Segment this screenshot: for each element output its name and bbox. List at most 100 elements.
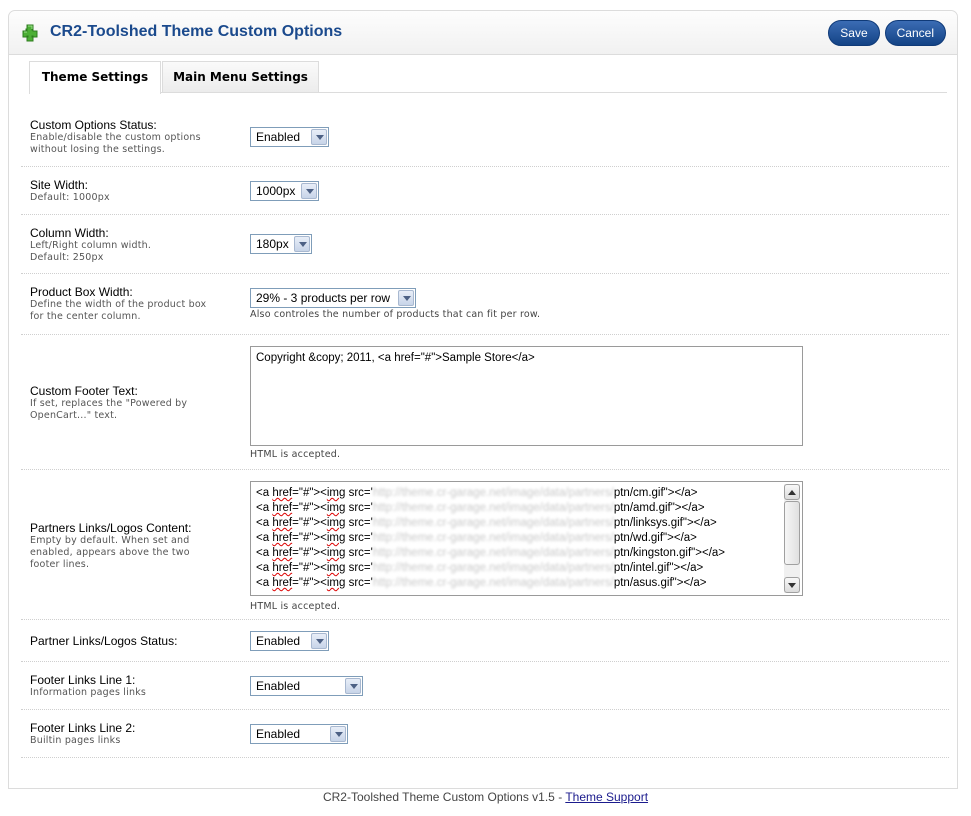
code-fragment: href	[272, 502, 293, 514]
column-width-select[interactable]: 180px	[250, 234, 312, 254]
chevron-down-icon	[311, 633, 327, 649]
code-fragment: ="#"><	[292, 487, 327, 499]
chevron-down-icon	[330, 726, 346, 742]
partners-links-help: Empty by default. When set and enabled, …	[30, 535, 190, 571]
partners-links-note: HTML is accepted.	[250, 601, 341, 612]
row-custom-options-status: Custom Options Status: Enable/disable th…	[21, 107, 949, 167]
row-partners-links: Partners Links/Logos Content: Empty by d…	[21, 470, 949, 620]
scroll-down-icon[interactable]	[784, 577, 800, 593]
code-fragment: <a	[256, 502, 273, 514]
footer-links-line1-help: Information pages links	[30, 687, 146, 699]
chevron-down-icon	[345, 678, 361, 694]
chevron-down-icon	[294, 236, 310, 252]
product-box-width-select[interactable]: 29% - 3 products per row	[250, 288, 416, 308]
content-box: CR2-Toolshed Theme Custom Options Save C…	[8, 10, 958, 789]
code-fragment: http://theme.cr-garage.net/image/data/pa…	[372, 532, 614, 544]
site-width-label: Site Width:	[30, 178, 89, 192]
help-line: without losing the settings.	[30, 144, 165, 155]
tab-theme-settings[interactable]: Theme Settings	[29, 61, 161, 94]
code-fragment: src='	[345, 532, 373, 544]
help-line: Information pages links	[30, 687, 147, 698]
custom-footer-text-note: HTML is accepted.	[250, 449, 341, 460]
code-fragment: img	[326, 577, 346, 589]
partners-links-label: Partners Links/Logos Content:	[30, 521, 192, 535]
code-fragment: href	[272, 547, 293, 559]
select-value: Enabled	[256, 634, 301, 648]
code-fragment: ptn/cm.gif"></a>	[613, 487, 698, 499]
code-fragment: href	[272, 577, 293, 589]
code-fragment: src='	[345, 562, 373, 574]
site-width-select[interactable]: 1000px	[250, 181, 319, 201]
code-fragment: href	[272, 487, 293, 499]
partner-links-status-label: Partner Links/Logos Status:	[30, 634, 178, 648]
code-fragment: ptn/linksys.gif"></a>	[613, 517, 717, 529]
code-fragment: href	[272, 517, 293, 529]
select-value: 180px	[256, 237, 289, 251]
code-fragment: ="#"><	[292, 532, 327, 544]
code-fragment: ="#"><	[292, 547, 327, 559]
partner-links-status-select[interactable]: Enabled	[250, 631, 329, 651]
tab-bar: Theme Settings Main Menu Settings	[29, 61, 947, 94]
row-partner-links-status: Partner Links/Logos Status: Enabled	[21, 620, 949, 662]
help-line: footer lines.	[30, 559, 90, 570]
code-fragment: img	[326, 502, 346, 514]
select-value: 29% - 3 products per row	[256, 291, 391, 305]
code-fragment: img	[326, 562, 346, 574]
row-product-box-width: Product Box Width: Define the width of t…	[21, 274, 949, 335]
code-fragment: ="#"><	[292, 577, 327, 589]
code-fragment: <a	[256, 547, 273, 559]
product-box-width-note: Also controles the number of products th…	[250, 309, 541, 320]
code-line: <a href="#"><img src='http://theme.cr-ga…	[251, 516, 802, 531]
help-line: If set, replaces the "Powered by	[30, 398, 188, 409]
code-fragment: <a	[256, 577, 273, 589]
site-width-help: Default: 1000px	[30, 192, 110, 204]
code-fragment: ptn/kingston.gif"></a>	[613, 547, 726, 559]
textarea-scrollbar[interactable]	[784, 484, 800, 593]
tab-main-menu-settings[interactable]: Main Menu Settings	[162, 61, 319, 92]
scroll-thumb[interactable]	[784, 501, 800, 565]
help-line: for the center column.	[30, 311, 141, 322]
partners-links-textarea[interactable]: <a href="#"><img src='http://theme.cr-ga…	[250, 481, 803, 596]
help-line: Define the width of the product box	[30, 299, 207, 310]
help-line: Empty by default. When set and	[30, 535, 190, 546]
row-footer-links-line2: Footer Links Line 2: Builtin pages links…	[21, 710, 949, 758]
code-fragment: src='	[345, 487, 373, 499]
page-footer: CR2-Toolshed Theme Custom Options v1.5 -…	[0, 790, 971, 804]
scroll-up-icon[interactable]	[784, 484, 800, 500]
chevron-down-icon	[311, 129, 327, 145]
code-line: <a href="#"><img src='http://theme.cr-ga…	[251, 546, 802, 561]
column-width-label: Column Width:	[30, 226, 109, 240]
code-fragment: <a	[256, 562, 273, 574]
code-fragment: ptn/asus.gif"></a>	[613, 577, 707, 589]
footer-links-line1-select[interactable]: Enabled	[250, 676, 363, 696]
code-fragment: ptn/wd.gif"></a>	[613, 532, 697, 544]
footer-links-line2-select[interactable]: Enabled	[250, 724, 348, 744]
heading-bar: CR2-Toolshed Theme Custom Options Save C…	[9, 11, 957, 55]
settings-form: Custom Options Status: Enable/disable th…	[21, 107, 949, 758]
row-footer-links-line1: Footer Links Line 1: Information pages l…	[21, 662, 949, 710]
code-fragment: img	[326, 532, 346, 544]
save-button[interactable]: Save	[828, 20, 880, 46]
select-value: Enabled	[256, 130, 301, 144]
product-box-width-help: Define the width of the product box for …	[30, 299, 206, 323]
custom-footer-text-label: Custom Footer Text:	[30, 384, 138, 398]
row-column-width: Column Width: Left/Right column width. D…	[21, 215, 949, 274]
custom-footer-text-textarea[interactable]: Copyright &copy; 2011, <a href="#">Sampl…	[250, 346, 803, 446]
theme-support-link[interactable]: Theme Support	[565, 790, 648, 804]
code-fragment: ptn/amd.gif"></a>	[613, 502, 705, 514]
footer-links-line2-help: Builtin pages links	[30, 735, 120, 747]
code-fragment: http://theme.cr-garage.net/image/data/pa…	[372, 562, 614, 574]
help-line: enabled, appears above the two	[30, 547, 190, 558]
help-line: Enable/disable the custom options	[30, 132, 201, 143]
custom-options-status-select[interactable]: Enabled	[250, 127, 329, 147]
code-fragment: http://theme.cr-garage.net/image/data/pa…	[372, 577, 614, 589]
row-custom-footer-text: Custom Footer Text: If set, replaces the…	[21, 335, 949, 470]
product-box-width-label: Product Box Width:	[30, 285, 133, 299]
code-fragment: img	[326, 517, 346, 529]
footer-links-line2-label: Footer Links Line 2:	[30, 721, 136, 735]
code-line: <a href="#"><img src='http://theme.cr-ga…	[251, 486, 802, 501]
code-fragment: src='	[345, 502, 373, 514]
cancel-button[interactable]: Cancel	[884, 20, 946, 46]
select-value: Enabled	[256, 727, 301, 741]
help-line: Builtin pages links	[30, 735, 121, 746]
